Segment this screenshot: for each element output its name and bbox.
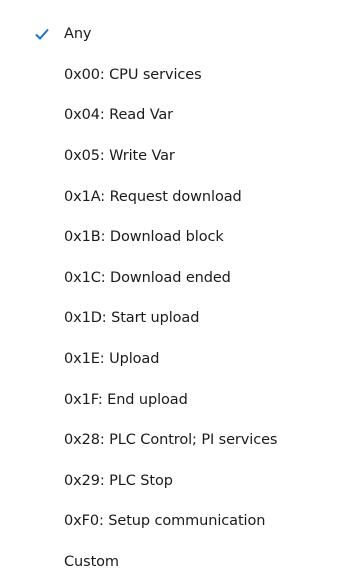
menu-item-upload[interactable]: 0x1E: Upload	[0, 339, 340, 380]
menu-item-plc-control[interactable]: 0x28: PLC Control; PI services	[0, 420, 340, 461]
menu-list: Any 0x00: CPU services 0x04: Read Var 0x…	[0, 14, 340, 579]
menu-item-custom[interactable]: Custom	[0, 542, 340, 579]
menu-item-cpu-services[interactable]: 0x00: CPU services	[0, 55, 340, 96]
menu-item-label: 0x00: CPU services	[64, 66, 202, 83]
checkmark-icon	[35, 29, 49, 41]
menu-item-label: Custom	[64, 554, 119, 571]
menu-item-download-ended[interactable]: 0x1C: Download ended	[0, 258, 340, 299]
menu-item-label: 0x28: PLC Control; PI services	[64, 432, 278, 449]
menu-item-end-upload[interactable]: 0x1F: End upload	[0, 379, 340, 420]
menu-item-plc-stop[interactable]: 0x29: PLC Stop	[0, 461, 340, 502]
menu-item-label: 0x05: Write Var	[64, 148, 175, 165]
menu-item-label: 0x1B: Download block	[64, 229, 224, 246]
menu-item-label: 0x1F: End upload	[64, 391, 188, 408]
menu-item-label: 0x1D: Start upload	[64, 310, 200, 327]
menu-item-request-download[interactable]: 0x1A: Request download	[0, 176, 340, 217]
dropdown-menu: Any 0x00: CPU services 0x04: Read Var 0x…	[0, 0, 340, 579]
menu-item-label: 0x29: PLC Stop	[64, 472, 173, 489]
menu-item-start-upload[interactable]: 0x1D: Start upload	[0, 298, 340, 339]
menu-item-download-block[interactable]: 0x1B: Download block	[0, 217, 340, 258]
menu-item-setup-communication[interactable]: 0xF0: Setup communication	[0, 501, 340, 542]
menu-item-label: 0x1C: Download ended	[64, 269, 231, 286]
menu-item-label: Any	[64, 26, 92, 43]
menu-item-label: 0x1E: Upload	[64, 351, 160, 368]
menu-item-label: 0xF0: Setup communication	[64, 513, 266, 530]
menu-item-any[interactable]: Any	[0, 14, 340, 55]
menu-item-read-var[interactable]: 0x04: Read Var	[0, 95, 340, 136]
menu-item-label: 0x1A: Request download	[64, 188, 242, 205]
menu-item-write-var[interactable]: 0x05: Write Var	[0, 136, 340, 177]
menu-item-label: 0x04: Read Var	[64, 107, 174, 124]
